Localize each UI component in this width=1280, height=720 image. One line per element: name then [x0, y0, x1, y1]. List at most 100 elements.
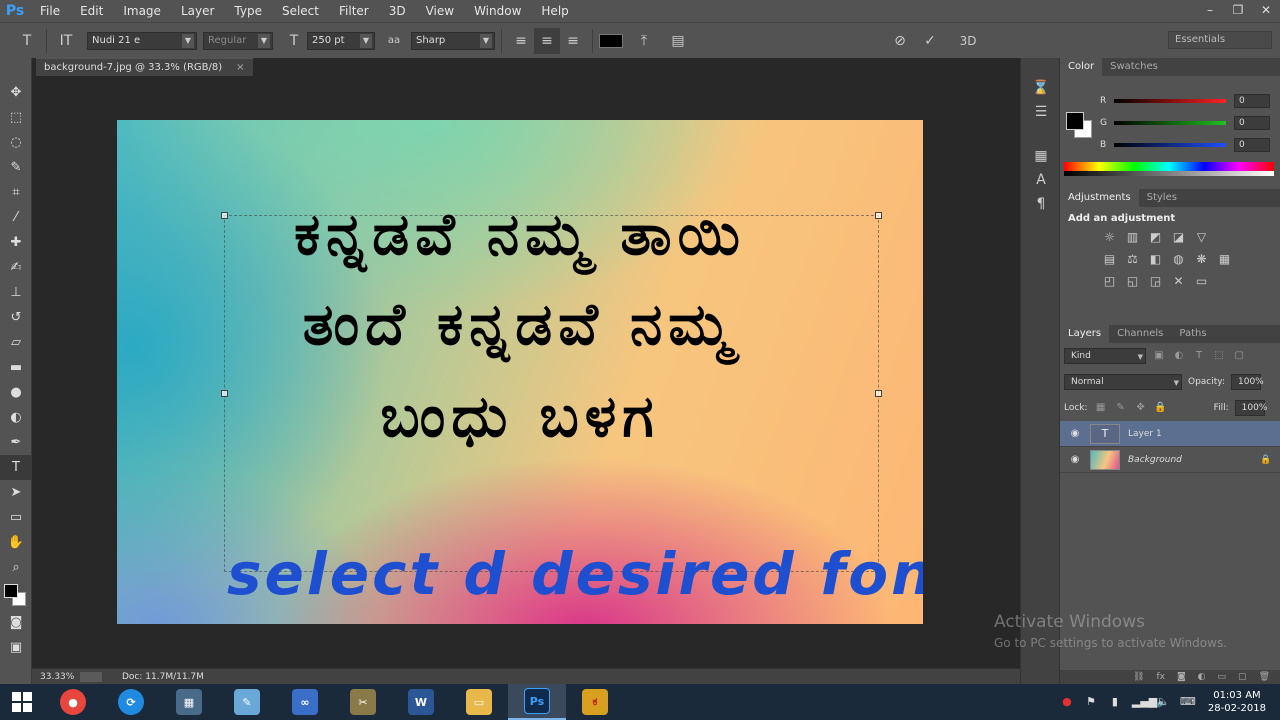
- menu-window[interactable]: Window: [464, 0, 531, 22]
- taskbar-kannada-app[interactable]: ಕ: [566, 684, 624, 720]
- slider-red[interactable]: R 0: [1100, 94, 1276, 108]
- character-panel-icon[interactable]: ▤: [665, 28, 691, 54]
- exposure-icon[interactable]: ◪: [1171, 230, 1186, 244]
- tab-styles[interactable]: Styles: [1139, 189, 1185, 207]
- cancel-icon[interactable]: ⊘: [887, 28, 913, 54]
- filter-shape-icon[interactable]: ⬚: [1212, 350, 1226, 362]
- screen-mode-icon[interactable]: ▣: [0, 635, 32, 660]
- start-button[interactable]: [0, 684, 44, 720]
- menu-file[interactable]: File: [30, 0, 70, 22]
- taskbar-tools[interactable]: ✂: [334, 684, 392, 720]
- menu-image[interactable]: Image: [113, 0, 171, 22]
- lasso-tool-icon[interactable]: ◌: [0, 130, 32, 155]
- record-icon[interactable]: ●: [1060, 695, 1074, 709]
- close-tab-icon[interactable]: ×: [236, 62, 244, 73]
- delete-layer-icon[interactable]: 🗑: [1259, 672, 1270, 682]
- type-tool-icon[interactable]: T: [0, 455, 32, 480]
- blend-mode-select[interactable]: Normal ▼: [1064, 374, 1182, 390]
- blue-track[interactable]: [1114, 143, 1226, 147]
- menu-3d[interactable]: 3D: [379, 0, 416, 22]
- antialias-select[interactable]: Sharp ▼: [411, 31, 495, 50]
- lock-transparent-icon[interactable]: ▦: [1094, 402, 1108, 414]
- taskbar-notepad[interactable]: ✎: [218, 684, 276, 720]
- network-icon[interactable]: ▂▄▆: [1132, 695, 1157, 709]
- green-track[interactable]: [1114, 121, 1226, 125]
- brush-tool-icon[interactable]: ✍: [0, 255, 32, 280]
- curves-icon[interactable]: ◩: [1148, 230, 1163, 244]
- clock[interactable]: 01:03 AM 28-02-2018: [1208, 689, 1266, 715]
- image-canvas[interactable]: ಕನ್ನಡವೆ ನಮ್ಮ ತಾಯಿ ತಂದೆ ಕನ್ನಡವೆ ನಮ್ಮ ಬಂಧು…: [117, 120, 923, 624]
- minimize-button[interactable]: –: [1196, 0, 1224, 22]
- eyedropper-tool-icon[interactable]: ⁄: [0, 205, 32, 230]
- new-adjustment-icon[interactable]: ◐: [1198, 672, 1206, 682]
- filter-type-icon[interactable]: T: [1192, 350, 1206, 362]
- menu-filter[interactable]: Filter: [329, 0, 379, 22]
- slider-blue[interactable]: B 0: [1100, 138, 1276, 152]
- photo-filter-icon[interactable]: ◍: [1171, 252, 1186, 266]
- menu-layer[interactable]: Layer: [171, 0, 224, 22]
- layer-style-icon[interactable]: fx: [1156, 672, 1165, 682]
- black-white-icon[interactable]: ◧: [1148, 252, 1163, 266]
- foreground-background-colors[interactable]: [0, 580, 32, 610]
- restore-button[interactable]: ❐: [1224, 0, 1252, 22]
- menu-view[interactable]: View: [416, 0, 464, 22]
- tab-swatches[interactable]: Swatches: [1102, 58, 1166, 76]
- eye-icon[interactable]: ◉: [1068, 454, 1082, 465]
- power-icon[interactable]: ▮: [1108, 695, 1122, 709]
- filter-pixel-icon[interactable]: ▣: [1152, 350, 1166, 362]
- menu-help[interactable]: Help: [531, 0, 578, 22]
- brightness-icon[interactable]: ☼: [1102, 230, 1117, 244]
- volume-icon[interactable]: 🔈: [1156, 695, 1170, 709]
- channel-mixer-icon[interactable]: ❋: [1194, 252, 1209, 266]
- hue-saturation-icon[interactable]: ▤: [1102, 252, 1117, 266]
- status-menu-button[interactable]: [80, 671, 102, 682]
- taskbar-photoshop[interactable]: Ps: [508, 684, 566, 720]
- paragraph-icon[interactable]: ¶: [1021, 192, 1061, 216]
- layer-row[interactable]: ◉ T Layer 1: [1060, 421, 1280, 447]
- lock-position-icon[interactable]: ✥: [1134, 402, 1148, 414]
- red-value[interactable]: 0: [1234, 94, 1270, 108]
- 3d-button[interactable]: 3D: [955, 28, 981, 54]
- layer-row[interactable]: ◉ Background 🔒: [1060, 447, 1280, 473]
- threshold-icon[interactable]: ◲: [1148, 274, 1163, 288]
- tab-channels[interactable]: Channels: [1109, 325, 1171, 343]
- invert-icon[interactable]: ◰: [1102, 274, 1117, 288]
- crop-tool-icon[interactable]: ⌗: [0, 180, 32, 205]
- zoom-level[interactable]: 33.33%: [32, 672, 74, 682]
- layer-comps-icon[interactable]: ▦: [1021, 144, 1061, 168]
- character-icon[interactable]: A: [1021, 168, 1061, 192]
- opacity-field[interactable]: 100%: [1231, 374, 1264, 390]
- text-orientation-icon[interactable]: IT: [53, 28, 79, 54]
- slider-green[interactable]: G 0: [1100, 116, 1276, 130]
- move-tool-icon[interactable]: ✥: [0, 80, 32, 105]
- workspace-select[interactable]: Essentials: [1168, 31, 1272, 49]
- green-value[interactable]: 0: [1234, 116, 1270, 130]
- taskbar-calculator[interactable]: ▦: [160, 684, 218, 720]
- history-icon[interactable]: ⌛: [1021, 76, 1061, 100]
- tab-adjustments[interactable]: Adjustments: [1060, 189, 1139, 207]
- properties-icon[interactable]: ☰: [1021, 100, 1061, 124]
- hand-tool-icon[interactable]: ✋: [0, 530, 32, 555]
- lock-image-icon[interactable]: ✎: [1114, 402, 1128, 414]
- eraser-tool-icon[interactable]: ▱: [0, 330, 32, 355]
- new-group-icon[interactable]: ▭: [1218, 672, 1227, 682]
- color-balance-icon[interactable]: ⚖: [1125, 252, 1140, 266]
- color-panel-foreground[interactable]: [1066, 112, 1084, 130]
- document-tab[interactable]: background-7.jpg @ 33.3% (RGB/8) ×: [36, 58, 253, 76]
- filter-smart-icon[interactable]: ▢: [1232, 350, 1246, 362]
- gradient-tool-icon[interactable]: ▬: [0, 355, 32, 380]
- tab-layers[interactable]: Layers: [1060, 325, 1110, 343]
- path-select-icon[interactable]: ➤: [0, 480, 32, 505]
- flag-icon[interactable]: ⚑: [1084, 695, 1098, 709]
- quick-select-tool-icon[interactable]: ✎: [0, 155, 32, 180]
- add-mask-icon[interactable]: ◙: [1177, 672, 1186, 682]
- filter-adjustment-icon[interactable]: ◐: [1172, 350, 1186, 362]
- type-tool-preset-icon[interactable]: T: [14, 28, 40, 54]
- foreground-color[interactable]: [4, 584, 18, 598]
- fill-field[interactable]: 100%: [1234, 400, 1267, 416]
- tab-paths[interactable]: Paths: [1171, 325, 1214, 343]
- align-left-icon[interactable]: ≡: [508, 28, 534, 54]
- clone-stamp-icon[interactable]: ⊥: [0, 280, 32, 305]
- menu-edit[interactable]: Edit: [70, 0, 113, 22]
- vibrance-icon[interactable]: ▽: [1194, 230, 1209, 244]
